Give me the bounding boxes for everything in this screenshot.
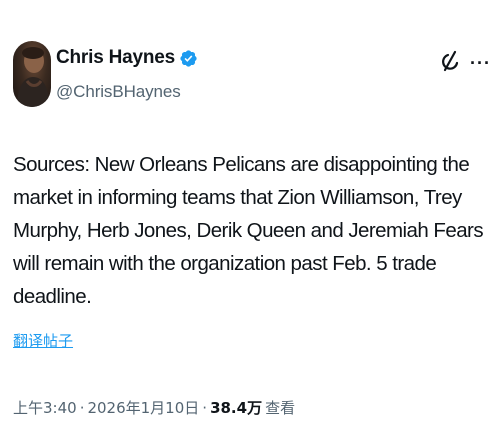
views-count[interactable]: 38.4万 bbox=[210, 397, 262, 418]
post-time[interactable]: 上午3:40 bbox=[13, 397, 77, 418]
views-label: 查看 bbox=[265, 399, 296, 417]
avatar[interactable] bbox=[13, 41, 51, 107]
meta-separator: · bbox=[79, 398, 85, 417]
tweet-card: Chris Haynes @ChrisBHaynes ··· Sources: … bbox=[0, 0, 500, 440]
author-handle[interactable]: @ChrisBHaynes bbox=[56, 82, 181, 102]
post-date[interactable]: 2026年1月10日 bbox=[87, 397, 199, 418]
tweet-meta: 上午3:40 · 2026年1月10日 · 38.4万 查看 bbox=[13, 397, 295, 418]
grok-icon[interactable] bbox=[440, 49, 462, 73]
author-row: Chris Haynes bbox=[56, 45, 198, 71]
verified-badge-icon bbox=[180, 49, 197, 67]
translate-link[interactable]: 翻译帖子 bbox=[13, 330, 73, 351]
author-name[interactable]: Chris Haynes bbox=[56, 47, 175, 69]
meta-separator: · bbox=[202, 398, 208, 417]
tweet-text: Sources: New Orleans Pelicans are disapp… bbox=[13, 153, 484, 308]
more-options-icon[interactable]: ··· bbox=[470, 53, 491, 74]
